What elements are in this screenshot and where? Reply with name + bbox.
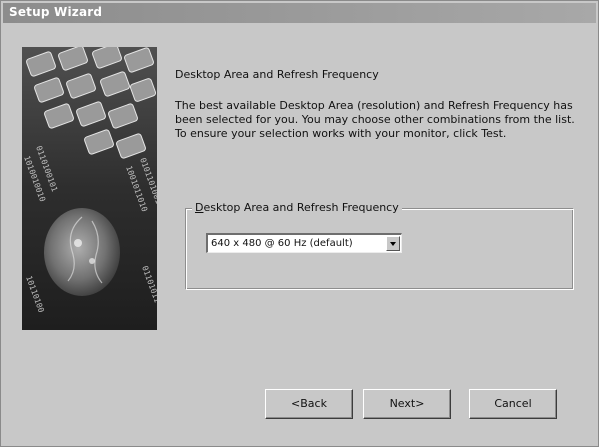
setup-wizard-window: Setup Wizard 1010010010 0110100101 10010… bbox=[0, 0, 599, 447]
resolution-dropdown-value: 640 x 480 @ 60 Hz (default) bbox=[211, 238, 353, 249]
wizard-illustration: 1010010010 0110100101 1001011010 0101101… bbox=[22, 47, 157, 330]
resolution-groupbox: Desktop Area and Refresh Frequency 640 x… bbox=[185, 201, 574, 290]
page-description: The best available Desktop Area (resolut… bbox=[175, 99, 575, 140]
next-button[interactable]: Next> bbox=[363, 389, 451, 419]
chevron-down-icon bbox=[390, 242, 396, 246]
resolution-dropdown[interactable]: 640 x 480 @ 60 Hz (default) bbox=[206, 233, 402, 253]
window-title: Setup Wizard bbox=[9, 5, 103, 19]
groupbox-legend: Desktop Area and Refresh Frequency bbox=[192, 201, 402, 214]
cancel-button[interactable]: Cancel bbox=[469, 389, 557, 419]
dropdown-button[interactable] bbox=[386, 236, 400, 251]
page-heading: Desktop Area and Refresh Frequency bbox=[175, 68, 379, 81]
keyboard-binary-head-illustration: 1010010010 0110100101 1001011010 0101101… bbox=[22, 47, 157, 330]
legend-text: esktop Area and Refresh Frequency bbox=[203, 201, 399, 214]
back-button[interactable]: <Back bbox=[265, 389, 353, 419]
title-bar[interactable]: Setup Wizard bbox=[3, 3, 596, 23]
